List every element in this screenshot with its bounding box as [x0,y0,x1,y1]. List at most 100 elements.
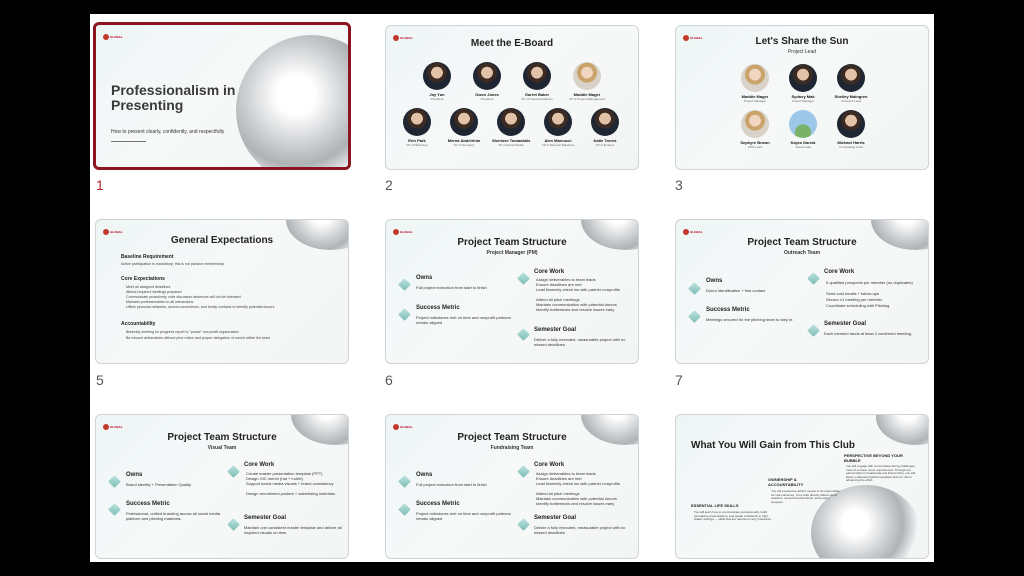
member-card: Michael Harris Fundraising Lead [832,110,870,149]
member-card: Merna Abdelrhim VP of Secretary [445,108,483,147]
slide-title: General Expectations [170,235,274,246]
glass-sphere-graphic [236,35,348,167]
slide-title: Let's Share the Sun [755,36,849,47]
section-text: Professional, unified branding across al… [126,511,221,521]
avatar [573,62,601,90]
avatar [423,62,451,90]
logo: GLOBAL [103,32,123,42]
slide-thumbnail-2[interactable]: GLOBAL Meet the E-Board Joy Yun President… [385,25,639,170]
section-heading: ESSENTIAL LIFE SKILLS [691,503,739,508]
list-item: Secure ≥1 meeting per member [826,297,883,302]
section-text: Brand identity + Presentation Quality [126,482,192,487]
section-text: Donor identification + first contact [706,288,766,293]
slide-subtitle: Project Manager (PM) [486,250,538,256]
list-item: Biweekly meeting for progress report to … [126,330,239,334]
member-card: Alex Marcucci VP of External Relations [539,108,577,147]
slide-title: Project Team Structure [457,237,567,248]
slide-subtitle: Project Lead [787,49,817,55]
list-item: Support social media visuals + brand con… [246,481,334,486]
section-text: Maintain one consistent master template … [244,525,342,535]
section-text: You will learn how to communicate profes… [694,510,772,522]
section-heading: Semester Goal [534,515,577,521]
slide-thumbnail-9[interactable]: GLOBAL Project Team Structure Fundraisin… [385,414,639,559]
list-item: 5 qualified prospects per member (no dup… [826,280,913,285]
list-item: Lead biweekly check ins with partner non… [536,481,620,486]
slide-subtitle: How to present clearly, confidently, and… [111,129,225,135]
slide-number: 2 [385,177,393,193]
slide-thumbnail-7[interactable]: GLOBAL Project Team Structure Outreach T… [675,219,929,364]
slide-thumbnail-10[interactable]: What You Will Gain from This Club ESSENT… [675,414,929,559]
slide-thumbnail-5[interactable]: GLOBAL General Expectations Baseline Req… [95,219,349,364]
avatar [544,108,572,136]
section-heading: Success Metric [706,307,750,313]
section-heading: PERSPECTIVE BEYOND YOUR BUBBLE [844,453,903,463]
avatar [741,64,769,92]
list-item: Identify bottlenecks and resolve issues … [536,307,615,312]
section-heading: OWNERSHIP & ACCOUNTABILITY [768,477,804,487]
section-heading: Core Expectations [121,276,165,282]
member-card: Owen Jones President [468,62,506,101]
slide-title: What You Will Gain from This Club [691,440,855,451]
slide-thumbnail-8[interactable]: GLOBAL Project Team Structure Visual Tea… [95,414,349,559]
slide-number: 5 [96,372,104,388]
slide-sorter: GLOBAL Professionalism in Presenting How… [90,14,934,562]
list-item: Maintain professionalism in all interact… [126,300,194,304]
logo: GLOBAL [393,422,413,432]
avatar [473,62,501,90]
section-text: Full project execution from start to fin… [416,482,487,487]
list-item: Lead biweekly check ins with partner non… [536,287,620,292]
logo: GLOBAL [683,227,703,237]
list-item: Identify bottlenecks and resolve issues … [536,501,615,506]
slide-title: Project Team Structure [457,432,567,443]
slide-thumbnail-1[interactable]: GLOBAL Professionalism in Presenting How… [93,22,351,170]
logo: GLOBAL [103,422,123,432]
member-card: Erin Park VP of Marketing [398,108,436,147]
section-heading: Owns [416,275,433,281]
glass-sphere-graphic [876,415,928,445]
section-text: Each member lands at least 2 confirmed m… [824,331,913,336]
list-item: Attend required meetings prepared [126,290,182,294]
slide-number: 1 [96,177,104,193]
avatar [789,110,817,138]
section-text: Project milestones met on time and nonpr… [416,511,511,521]
section-heading: Semester Goal [824,321,867,327]
section-heading: Success Metric [416,305,460,311]
list-item: Be missed deliverables without prior not… [126,336,271,340]
slide-subtitle: Fundraising Team [490,445,534,451]
avatar [523,62,551,90]
section-heading: Owns [126,472,143,478]
section-text: Project milestones met on time and nonpr… [416,315,511,325]
list-item: Design recruitment posters + advertising… [246,491,336,496]
list-item: Utilize personal networks, alumni connec… [126,305,275,309]
member-card: Sephyre Brown PPD Lead [736,110,774,149]
section-text: Meetings secured for the pitching team t… [706,317,794,322]
section-heading: Core Work [534,269,565,275]
avatar [837,64,865,92]
section-heading: Semester Goal [244,515,287,521]
slide-thumbnail-6[interactable]: GLOBAL Project Team Structure Project Ma… [385,219,639,364]
member-card: Kayra Garcia Visual Lead [784,110,822,149]
section-heading: Core Work [824,269,855,275]
section-heading: Success Metric [126,501,170,507]
slide-subtitle: Outreach Team [783,250,821,256]
slide-number: 7 [675,372,683,388]
section-text: Full project execution from start to fin… [416,285,487,290]
list-item: Coordinate scheduling with Pitching [826,303,890,308]
list-item: Communicate proactively; note discussed … [126,295,241,299]
section-heading: Core Work [244,462,275,468]
member-card: Sydney Mak Project Manager [784,64,822,103]
member-card: Garret Baker VP of Internal Relations [518,62,556,101]
avatar [741,110,769,138]
slide-title: Meet the E-Board [470,38,554,49]
slide-thumbnail-3[interactable]: GLOBAL Let's Share the Sun Project Lead … [675,25,929,170]
member-card: Joy Yun President [418,62,456,101]
section-text: Deliver a fully executed, measurable pro… [534,525,626,535]
slide-number: 3 [675,177,683,193]
list-item: Send cold emails + follow-ups [826,291,880,296]
section-text: Deliver a fully executed, measurable pro… [534,337,626,347]
member-card: Sherisse Tomadakis VP of Social Media [492,108,530,147]
section-heading: Baseline Requirement [121,254,174,260]
avatar [789,64,817,92]
section-heading: Owns [416,472,433,478]
list-item: Meet all assigned deadlines [126,285,171,289]
